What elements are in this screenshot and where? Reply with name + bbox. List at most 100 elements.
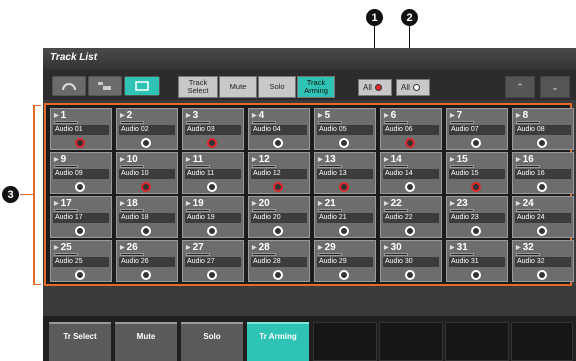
rec-arm-icon[interactable]	[537, 182, 547, 192]
rec-arm-icon[interactable]	[75, 226, 85, 236]
track-tile[interactable]: ▶ 7 Audio 07	[446, 108, 508, 150]
track-tile[interactable]: ▶ 14 Audio 14	[380, 152, 442, 194]
track-tile[interactable]: ▶ 6 Audio 06	[380, 108, 442, 150]
rec-arm-icon[interactable]	[537, 270, 547, 280]
track-tile[interactable]: ▶ 15 Audio 15	[446, 152, 508, 194]
rec-arm-icon[interactable]	[207, 226, 217, 236]
mode-mute-button[interactable]: Mute	[219, 76, 257, 98]
level-meter	[252, 121, 276, 124]
rec-arm-icon[interactable]	[471, 270, 481, 280]
track-name: Audio 20	[251, 213, 307, 223]
rec-arm-icon[interactable]	[273, 138, 283, 148]
track-tile[interactable]: ▶ 1 Audio 01	[50, 108, 112, 150]
bottom-tr-select-button[interactable]: Tr Select	[49, 322, 111, 361]
track-tile[interactable]: ▶ 13 Audio 13	[314, 152, 376, 194]
rec-arm-icon[interactable]	[141, 182, 151, 192]
track-number-label: 30	[390, 242, 402, 253]
bottom-solo-button[interactable]: Solo	[181, 322, 243, 361]
rec-arm-icon[interactable]	[75, 270, 85, 280]
rec-arm-icon[interactable]	[273, 270, 283, 280]
headphones-view-button[interactable]	[52, 76, 86, 96]
rec-arm-icon[interactable]	[207, 182, 217, 192]
rec-arm-icon[interactable]	[471, 182, 481, 192]
track-tile[interactable]: ▶ 29 Audio 29	[314, 240, 376, 282]
rec-arm-icon[interactable]	[339, 270, 349, 280]
bottom-mute-button[interactable]: Mute	[115, 322, 177, 361]
rec-arm-icon[interactable]	[339, 226, 349, 236]
track-tile[interactable]: ▶ 17 Audio 17	[50, 196, 112, 238]
rec-arm-icon[interactable]	[405, 138, 415, 148]
track-tile[interactable]: ▶ 28 Audio 28	[248, 240, 310, 282]
all-rec-on-button[interactable]: All	[358, 79, 392, 96]
track-tile[interactable]: ▶ 19 Audio 19	[182, 196, 244, 238]
rec-arm-icon[interactable]	[141, 270, 151, 280]
rec-arm-icon[interactable]	[405, 270, 415, 280]
track-tile[interactable]: ▶ 31 Audio 31	[446, 240, 508, 282]
track-tile[interactable]: ▶ 16 Audio 16	[512, 152, 574, 194]
rec-arm-icon[interactable]	[339, 138, 349, 148]
track-tile[interactable]: ▶ 8 Audio 08	[512, 108, 574, 150]
rec-arm-icon[interactable]	[141, 138, 151, 148]
track-tile[interactable]: ▶ 2 Audio 02	[116, 108, 178, 150]
track-name: Audio 02	[119, 125, 175, 135]
rec-arm-icon[interactable]	[471, 226, 481, 236]
rec-arm-icon[interactable]	[405, 182, 415, 192]
track-tile[interactable]: ▶ 32 Audio 32	[512, 240, 574, 282]
track-number-label: 18	[126, 198, 138, 209]
track-type-icon: ▶	[450, 201, 455, 207]
track-number: ▶ 10	[120, 154, 138, 165]
track-tile[interactable]: ▶ 4 Audio 04	[248, 108, 310, 150]
rec-arm-icon[interactable]	[405, 226, 415, 236]
scroll-down-button[interactable]: ⌄	[540, 76, 570, 98]
rec-arm-icon[interactable]	[339, 182, 349, 192]
track-number: ▶ 19	[186, 198, 204, 209]
track-name: Audio 09	[53, 169, 109, 179]
track-tile[interactable]: ▶ 30 Audio 30	[380, 240, 442, 282]
track-type-icon: ▶	[120, 113, 125, 119]
track-tile[interactable]: ▶ 24 Audio 24	[512, 196, 574, 238]
track-name: Audio 03	[185, 125, 241, 135]
track-number-label: 2	[126, 110, 133, 121]
track-type-icon: ▶	[186, 113, 191, 119]
scroll-up-button[interactable]: ⌃	[505, 76, 535, 98]
level-meter	[54, 253, 78, 256]
mode-track-arming-button[interactable]: Track Arming	[297, 76, 335, 98]
track-tile[interactable]: ▶ 11 Audio 11	[182, 152, 244, 194]
track-tile[interactable]: ▶ 23 Audio 23	[446, 196, 508, 238]
bottom-empty-slot	[379, 322, 443, 361]
rec-arm-icon[interactable]	[75, 138, 85, 148]
track-tile[interactable]: ▶ 27 Audio 27	[182, 240, 244, 282]
track-tile[interactable]: ▶ 3 Audio 03	[182, 108, 244, 150]
rec-arm-icon[interactable]	[537, 138, 547, 148]
rec-arm-icon[interactable]	[75, 182, 85, 192]
rec-arm-icon[interactable]	[207, 270, 217, 280]
track-list-view-button[interactable]	[124, 76, 160, 96]
track-tile[interactable]: ▶ 12 Audio 12	[248, 152, 310, 194]
bottom-tr-arming-button[interactable]: Tr Arming	[247, 322, 309, 361]
track-type-icon: ▶	[318, 157, 323, 163]
rec-arm-icon[interactable]	[141, 226, 151, 236]
track-tile[interactable]: ▶ 9 Audio 09	[50, 152, 112, 194]
track-name: Audio 26	[119, 257, 175, 267]
track-tile[interactable]: ▶ 22 Audio 22	[380, 196, 442, 238]
mode-track-select-button[interactable]: Track Select	[178, 76, 218, 98]
mode-solo-button[interactable]: Solo	[258, 76, 296, 98]
track-tile[interactable]: ▶ 10 Audio 10	[116, 152, 178, 194]
rec-arm-icon[interactable]	[537, 226, 547, 236]
track-tile[interactable]: ▶ 21 Audio 21	[314, 196, 376, 238]
track-tile[interactable]: ▶ 18 Audio 18	[116, 196, 178, 238]
folder-tracks-view-button[interactable]	[88, 76, 122, 96]
rec-arm-icon[interactable]	[273, 226, 283, 236]
track-name: Audio 10	[119, 169, 175, 179]
rec-arm-icon[interactable]	[273, 182, 283, 192]
track-tile[interactable]: ▶ 26 Audio 26	[116, 240, 178, 282]
track-tile[interactable]: ▶ 5 Audio 05	[314, 108, 376, 150]
rec-arm-icon[interactable]	[471, 138, 481, 148]
track-type-icon: ▶	[252, 157, 257, 163]
track-tile[interactable]: ▶ 20 Audio 20	[248, 196, 310, 238]
all-rec-off-button[interactable]: All	[396, 79, 430, 96]
track-number: ▶ 23	[450, 198, 468, 209]
rec-arm-icon[interactable]	[207, 138, 217, 148]
level-meter	[186, 165, 210, 168]
track-tile[interactable]: ▶ 25 Audio 25	[50, 240, 112, 282]
